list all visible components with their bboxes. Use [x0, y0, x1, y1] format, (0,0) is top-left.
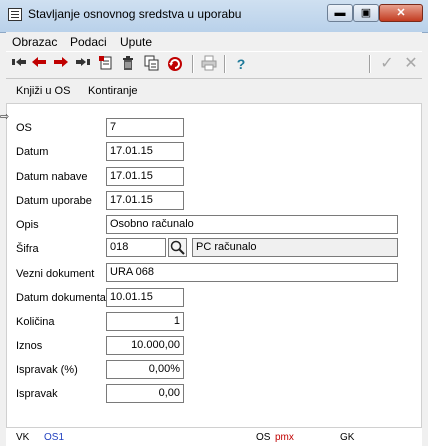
ispravak-pct-field[interactable]: 0,00% [106, 360, 184, 379]
vezni-dokument-label: Vezni dokument [16, 268, 95, 280]
next-record-icon[interactable] [52, 55, 70, 73]
window-form-icon [8, 8, 22, 21]
datum-label: Datum [16, 146, 49, 158]
status-bar: VK OS1 OS pmx GK [6, 428, 422, 446]
ispravak-label: Ispravak [16, 388, 58, 400]
minimize-button[interactable]: ▬ [327, 4, 353, 22]
entry-form: OS 7 Datum 17.01.15 Datum nabave 17.01.1… [6, 103, 422, 428]
maximize-button[interactable]: ▣ [353, 4, 379, 22]
toolbar-separator [224, 55, 226, 73]
sifra-description: PC računalo [192, 238, 398, 257]
toolbar-separator [192, 55, 194, 73]
datum-field[interactable]: 17.01.15 [106, 142, 184, 161]
tab-knjizi-u-os[interactable]: Knjiži u OS [16, 85, 70, 97]
datum-dokumenta-field[interactable]: 10.01.15 [106, 288, 184, 307]
new-record-icon[interactable] [97, 55, 115, 73]
opis-label: Opis [16, 219, 39, 231]
vezni-dokument-field[interactable]: URA 068 [106, 263, 398, 282]
menu-podaci[interactable]: Podaci [70, 35, 107, 49]
search-icon[interactable] [168, 238, 187, 257]
previous-record-icon[interactable] [30, 55, 48, 73]
tab-kontiranje[interactable]: Kontiranje [88, 85, 138, 97]
iznos-label: Iznos [16, 340, 43, 352]
menu-upute[interactable]: Upute [120, 35, 152, 49]
menu-bar: Obrazac Podaci Upute [6, 32, 422, 50]
print-icon[interactable] [200, 55, 218, 73]
window-title: Stavljanje osnovnog sredstva u uporabu [28, 7, 242, 21]
datum-nabave-field[interactable]: 17.01.15 [106, 167, 184, 186]
opis-field[interactable]: Osobno računalo [106, 215, 398, 234]
close-button[interactable]: ✕ [379, 4, 423, 22]
status-vk-value: OS1 [44, 432, 65, 443]
datum-uporabe-field[interactable]: 17.01.15 [106, 191, 184, 210]
status-vk-label: VK [16, 432, 30, 443]
status-os-value: pmx [275, 432, 294, 443]
iznos-field[interactable]: 10.000,00 [106, 336, 184, 355]
os-label: OS [16, 122, 32, 134]
status-os-label: OS [256, 432, 271, 443]
title-bar: Stavljanje osnovnog sredstva u uporabu ▬… [0, 0, 428, 33]
ispravak-field[interactable]: 0,00 [106, 384, 184, 403]
delete-icon[interactable] [119, 55, 137, 73]
datum-dokumenta-label: Datum dokumenta [16, 292, 106, 304]
copy-icon[interactable] [143, 55, 161, 73]
first-record-icon[interactable] [10, 55, 28, 73]
datum-uporabe-label: Datum uporabe [16, 195, 92, 207]
help-icon[interactable]: ? [232, 55, 250, 73]
last-record-icon[interactable] [74, 55, 92, 73]
status-gk-label: GK [340, 432, 355, 443]
sifra-field[interactable]: 018 [106, 238, 166, 257]
refresh-icon[interactable] [166, 55, 184, 73]
confirm-icon[interactable]: ✓ [378, 55, 396, 73]
kolicina-label: Količina [16, 316, 55, 328]
tab-strip: Knjiži u OS Kontiranje [6, 82, 422, 102]
toolbar: ? ✓ ✕ [6, 51, 422, 79]
menu-obrazac[interactable]: Obrazac [12, 35, 57, 49]
sifra-label: Šifra [16, 243, 39, 255]
datum-nabave-label: Datum nabave [16, 171, 88, 183]
cancel-icon[interactable]: ✕ [402, 55, 420, 73]
kolicina-field[interactable]: 1 [106, 312, 184, 331]
row-pointer-icon: ⇨ [0, 111, 10, 123]
os-field[interactable]: 7 [106, 118, 184, 137]
ispravak-pct-label: Ispravak (%) [16, 364, 78, 376]
toolbar-separator [369, 55, 371, 73]
